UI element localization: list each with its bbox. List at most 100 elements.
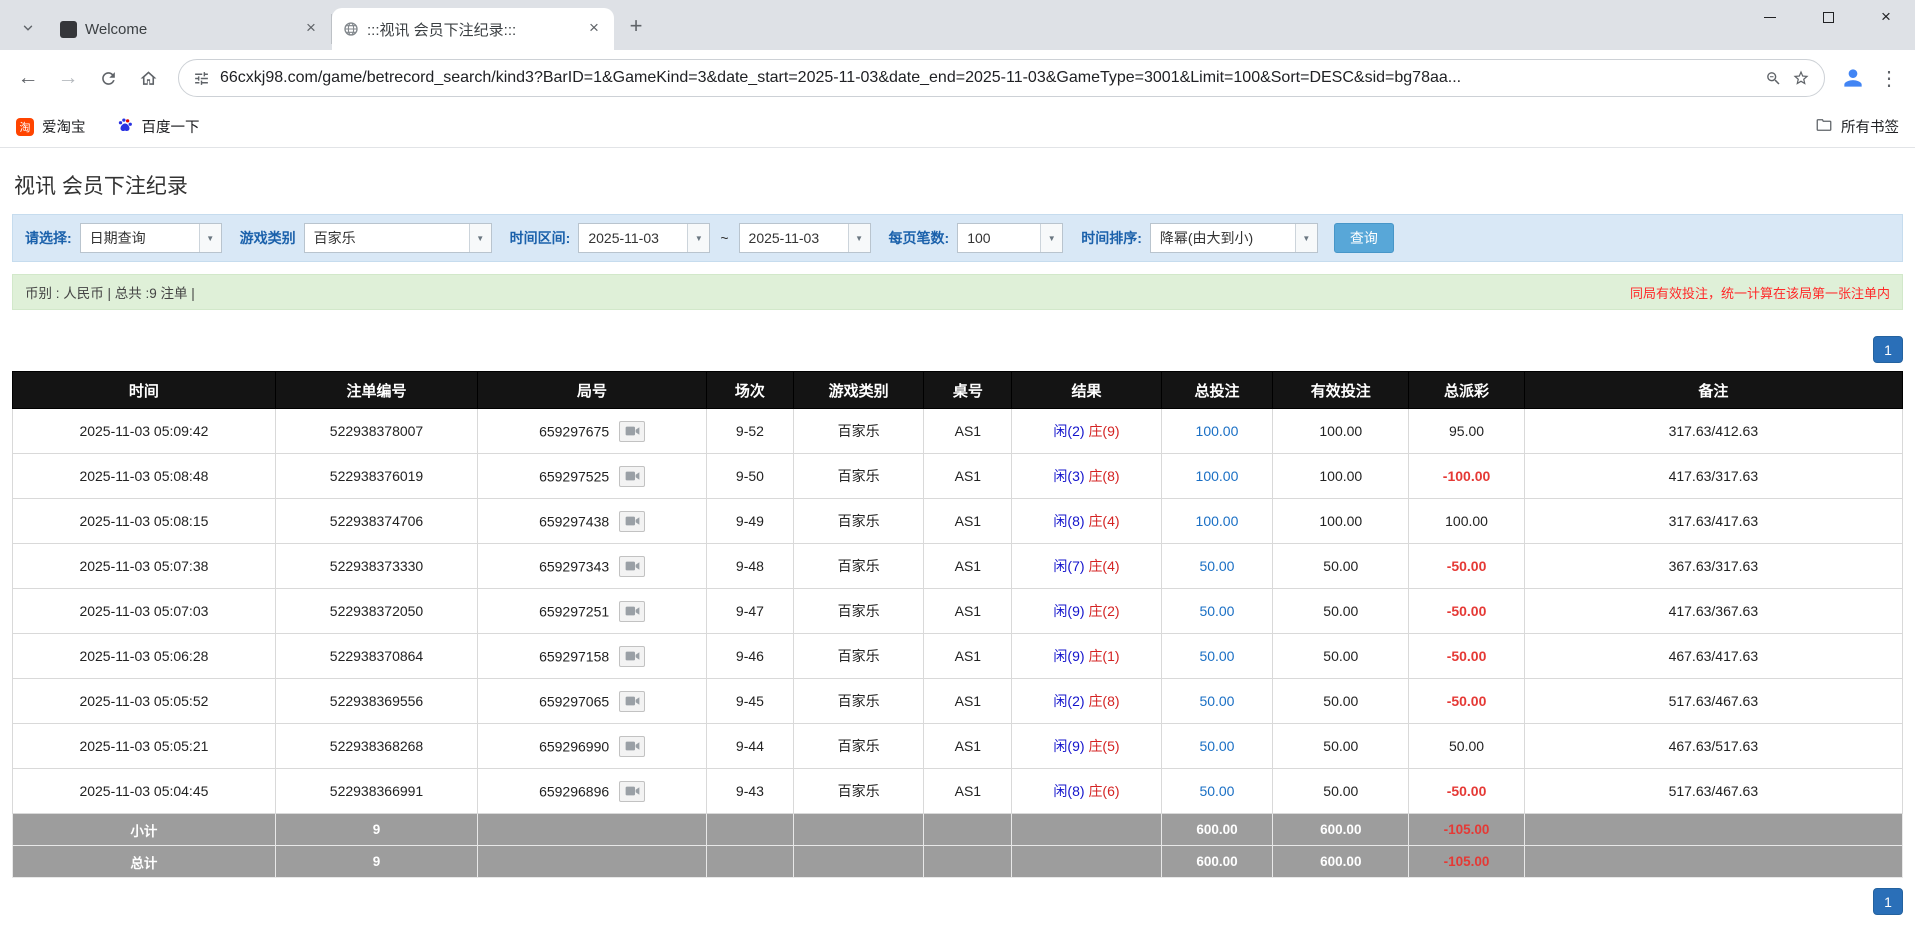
total-bet-link[interactable]: 50.00	[1160, 588, 1274, 634]
chevron-down-icon[interactable]: ▼	[468, 224, 491, 252]
forward-button[interactable]: →	[50, 60, 86, 96]
query-type-label: 请选择:	[25, 230, 72, 246]
sort-order-select[interactable]: 降幂(由大到小) ▼	[1149, 223, 1318, 253]
tab-strip: Welcome × :::视讯 会员下注纪录::: × + ×	[0, 0, 1915, 50]
round-cell: 659297065	[477, 678, 707, 724]
tab-close-icon[interactable]: ×	[301, 19, 321, 39]
total-bet-link[interactable]: 100.00	[1160, 498, 1274, 544]
tab-search-button[interactable]	[12, 12, 44, 44]
table-number: AS1	[923, 723, 1013, 769]
url-text[interactable]: 66cxkj98.com/game/betrecord_search/kind3…	[220, 69, 1755, 87]
round-id: 659297525	[539, 468, 610, 484]
video-replay-icon[interactable]	[619, 645, 646, 667]
result-cell: 闲(2) 庄(8)	[1011, 678, 1162, 724]
result-player: 闲(9)	[1053, 603, 1085, 619]
video-replay-icon[interactable]	[619, 690, 646, 712]
result-player: 闲(7)	[1053, 558, 1085, 574]
sort-order-label: 时间排序:	[1081, 230, 1142, 246]
search-button[interactable]: 查询	[1333, 223, 1394, 253]
maximize-button[interactable]	[1799, 0, 1857, 34]
result-cell: 闲(7) 庄(4)	[1011, 543, 1162, 589]
page-title: 视讯 会员下注纪录	[14, 175, 188, 198]
table-row: 2025-11-03 05:05:52 522938369556 6592970…	[12, 678, 1904, 724]
video-replay-icon[interactable]	[619, 600, 646, 622]
total-bet-link[interactable]: 50.00	[1160, 723, 1274, 769]
total-bet-link[interactable]: 100.00	[1160, 408, 1274, 454]
bookmark-aitaobao[interactable]: 淘 爱淘宝	[16, 116, 86, 137]
zoom-icon[interactable]	[1765, 70, 1782, 87]
total-bet-link[interactable]: 50.00	[1160, 633, 1274, 679]
back-button[interactable]: ←	[10, 60, 46, 96]
filter-bar: 请选择: 日期查询 ▼ 游戏类别 百家乐 ▼ 时间区间: 2025-11-03 …	[12, 214, 1903, 262]
col-header-game: 游戏类别	[792, 371, 925, 409]
tab-welcome[interactable]: Welcome ×	[50, 14, 332, 44]
result-banker: 庄(5)	[1088, 738, 1120, 754]
pagination-page-1[interactable]: 1	[1873, 888, 1903, 915]
folder-icon	[1815, 116, 1833, 138]
balance-note: 367.63/317.63	[1523, 543, 1904, 589]
browser-menu-button[interactable]: ⋮	[1873, 62, 1905, 94]
profile-avatar[interactable]	[1837, 62, 1869, 94]
video-replay-icon[interactable]	[619, 465, 646, 487]
query-type-select[interactable]: 日期查询 ▼	[79, 223, 222, 253]
result-player: 闲(9)	[1053, 648, 1085, 664]
bet-time: 2025-11-03 05:08:48	[12, 453, 276, 499]
total-bet-link[interactable]: 50.00	[1160, 768, 1274, 814]
video-replay-icon[interactable]	[619, 510, 646, 532]
table-number: AS1	[923, 633, 1013, 679]
globe-favicon-icon	[342, 21, 359, 38]
all-bookmarks-button[interactable]: 所有书签	[1815, 116, 1899, 138]
game-category-label: 游戏类别	[239, 230, 296, 246]
chevron-down-icon[interactable]: ▼	[198, 224, 221, 252]
chevron-down-icon[interactable]: ▼	[1294, 224, 1317, 252]
balance-note: 467.63/517.63	[1523, 723, 1904, 769]
bookmark-baidu[interactable]: 百度一下	[116, 116, 200, 138]
balance-note: 417.63/367.63	[1523, 588, 1904, 634]
video-replay-icon[interactable]	[619, 420, 646, 442]
page-size-select[interactable]: 100 ▼	[957, 223, 1064, 253]
total-bet-link[interactable]: 50.00	[1160, 543, 1274, 589]
total-bet-link[interactable]: 100.00	[1160, 453, 1274, 499]
total-bet-link[interactable]: 50.00	[1160, 678, 1274, 724]
tab-betrecord[interactable]: :::视讯 会员下注纪录::: ×	[332, 8, 614, 50]
pagination-page-1[interactable]: 1	[1873, 336, 1903, 363]
bookmark-label: 爱淘宝	[42, 120, 86, 136]
game-category: 百家乐	[792, 588, 925, 634]
refresh-button[interactable]	[90, 60, 126, 96]
chevron-down-icon[interactable]: ▼	[1040, 224, 1063, 252]
pagination-bottom: 1	[12, 888, 1903, 915]
total-payout: -105.00	[1408, 845, 1525, 878]
minimize-button[interactable]	[1741, 0, 1799, 34]
home-button[interactable]	[130, 60, 166, 96]
table-row: 2025-11-03 05:06:28 522938370864 6592971…	[12, 633, 1904, 679]
result-banker: 庄(4)	[1088, 558, 1120, 574]
round-id: 659296896	[539, 783, 610, 799]
chevron-down-icon[interactable]: ▼	[687, 224, 710, 252]
video-replay-icon[interactable]	[619, 780, 646, 802]
browser-navbar: ← → 66cxkj98.com/game/betrecord_search/k…	[0, 50, 1915, 106]
close-window-button[interactable]: ×	[1857, 0, 1915, 34]
chevron-down-icon[interactable]: ▼	[847, 224, 870, 252]
date-end-select[interactable]: 2025-11-03 ▼	[738, 223, 871, 253]
bookmark-star-icon[interactable]	[1792, 69, 1810, 87]
session-number: 9-47	[705, 588, 794, 634]
payout: -100.00	[1408, 453, 1525, 499]
round-cell: 659297675	[477, 408, 707, 454]
video-replay-icon[interactable]	[619, 735, 646, 757]
address-bar[interactable]: 66cxkj98.com/game/betrecord_search/kind3…	[178, 59, 1825, 97]
video-replay-icon[interactable]	[619, 555, 646, 577]
payout: -50.00	[1408, 633, 1525, 679]
date-start-select[interactable]: 2025-11-03 ▼	[578, 223, 711, 253]
session-number: 9-44	[705, 723, 794, 769]
session-number: 9-50	[705, 453, 794, 499]
result-player: 闲(8)	[1053, 783, 1085, 799]
payout: 50.00	[1408, 723, 1525, 769]
bet-id: 522938369556	[274, 678, 479, 724]
site-settings-icon[interactable]	[193, 70, 210, 87]
new-tab-button[interactable]: +	[620, 10, 652, 42]
subtotal-label: 小计	[12, 813, 276, 846]
tab-close-icon[interactable]: ×	[584, 19, 604, 39]
balance-note: 317.63/417.63	[1523, 498, 1904, 544]
bet-time: 2025-11-03 05:07:38	[12, 543, 276, 589]
game-category-select[interactable]: 百家乐 ▼	[303, 223, 492, 253]
